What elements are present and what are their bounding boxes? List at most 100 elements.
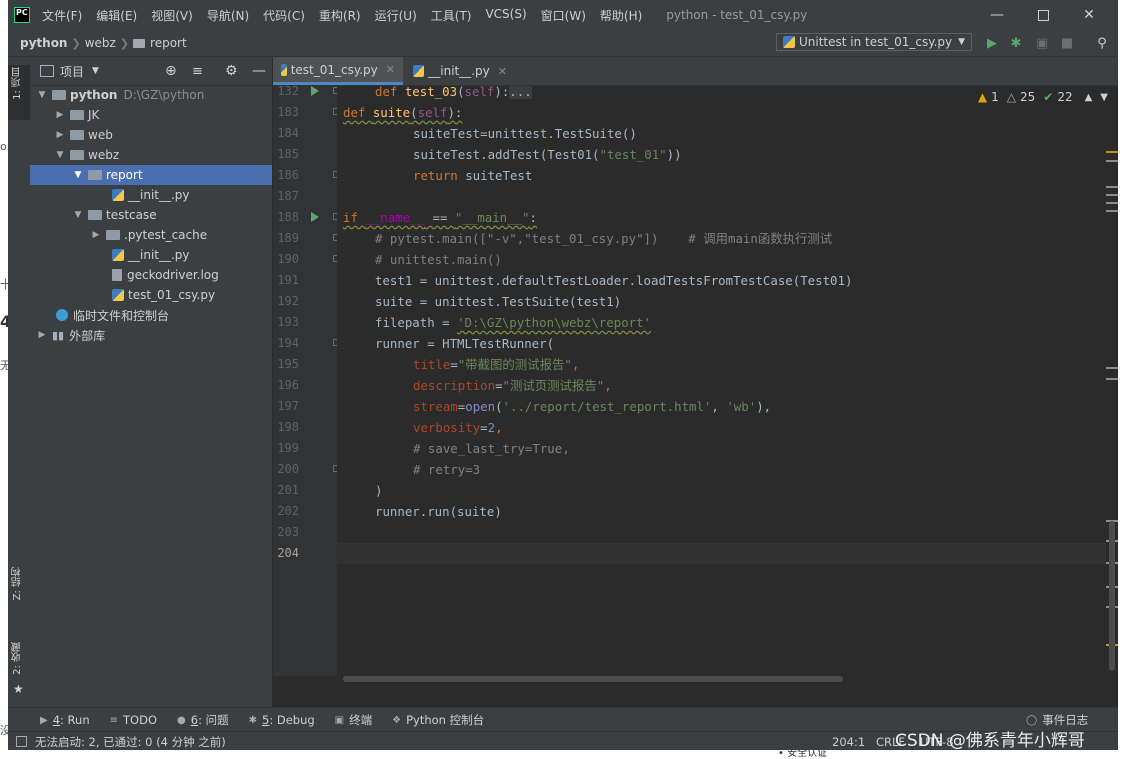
menu-navigate[interactable]: 导航(N)	[207, 7, 249, 24]
tree-item-test-01-csy[interactable]: test_01_csy.py	[30, 285, 272, 305]
tree-item-python[interactable]: ▼ python D:\GZ\python	[30, 85, 272, 105]
menu-code[interactable]: 代码(C)	[263, 7, 305, 24]
menu-run[interactable]: 运行(U)	[375, 7, 417, 24]
folded-region[interactable]: ...	[509, 86, 532, 99]
run-tool-button[interactable]: ▶ 4: Run	[40, 713, 90, 727]
inspection-widget[interactable]: ▲ 1 △ 25 ✔ 22 ▲ ▼	[974, 90, 1108, 104]
error-stripe-mark[interactable]	[1106, 194, 1118, 196]
maximize-button[interactable]	[1020, 0, 1066, 30]
debug-button[interactable]: ✱	[1007, 34, 1025, 52]
tree-item-geckodriver-log[interactable]: geckodriver.log	[30, 265, 272, 285]
tree-item-report-init[interactable]: __init__.py	[30, 185, 272, 205]
code-line: title="带截图的测试报告",	[413, 357, 580, 372]
maximize-icon	[1037, 9, 1049, 21]
scratch-icon	[56, 309, 68, 321]
breadcrumb-separator-icon: ❯	[119, 36, 130, 50]
ide-window: PC 文件(F) 编辑(E) 视图(V) 导航(N) 代码(C) 重构(R) 运…	[8, 0, 1118, 750]
code-line: )	[375, 483, 383, 498]
line-number: 192	[277, 294, 299, 308]
horizontal-scrollbar[interactable]	[343, 676, 843, 682]
weak-warning-count: 25	[1019, 90, 1036, 104]
close-button[interactable]: ✕	[1066, 0, 1112, 30]
tree-item-external-libraries[interactable]: ▶ ▮▮ 外部库	[30, 325, 272, 345]
locate-file-icon[interactable]: ⊕	[165, 63, 177, 79]
chevron-down-icon[interactable]: ▼	[1100, 92, 1108, 103]
tree-item-scratches[interactable]: 临时文件和控制台	[30, 305, 272, 325]
code-line: # retry=3	[413, 462, 481, 477]
code-line: # save_last_try=True,	[413, 441, 570, 456]
error-stripe-mark[interactable]	[1106, 378, 1118, 380]
hide-panel-icon[interactable]: —	[252, 63, 266, 79]
project-tool-label: 1: 项目	[12, 67, 23, 100]
tree-item-jk[interactable]: ▶ JK	[30, 105, 272, 125]
coverage-button[interactable]: ▣	[1033, 34, 1051, 52]
todo-tool-button[interactable]: ≡ TODO	[110, 713, 157, 727]
python-console-tool-button[interactable]: ❖ Python 控制台	[392, 712, 484, 728]
chevron-down-icon: ▼	[74, 210, 82, 220]
line-number: 187	[277, 189, 299, 203]
run-gutter-icon[interactable]	[311, 212, 319, 222]
close-tab-icon[interactable]: ✕	[498, 65, 507, 78]
favorites-tool-window-button[interactable]: 2: 收藏 ★	[8, 642, 30, 702]
tree-item-webz[interactable]: ▼ webz	[30, 145, 272, 165]
minimize-button[interactable]: —	[974, 0, 1020, 30]
caret-position[interactable]: 204:1	[832, 735, 865, 749]
menu-window[interactable]: 窗口(W)	[541, 7, 586, 24]
tree-item-testcase-init[interactable]: __init__.py	[30, 245, 272, 265]
search-button[interactable]: ⚲	[1093, 34, 1111, 52]
collapse-all-icon[interactable]: ≡	[192, 64, 203, 79]
line-number: 200	[277, 462, 299, 476]
menu-edit[interactable]: 编辑(E)	[96, 7, 137, 24]
error-stripe-mark[interactable]	[1106, 367, 1118, 369]
chevron-up-icon[interactable]: ▲	[1085, 92, 1093, 103]
terminal-tool-button[interactable]: ▣ 终端	[335, 712, 372, 728]
python-file-icon	[112, 249, 124, 261]
tree-item-pytest-cache[interactable]: ▶ .pytest_cache	[30, 225, 272, 245]
line-number: 183	[277, 105, 299, 119]
tree-item-report[interactable]: ▼ report	[30, 165, 272, 185]
stop-button[interactable]: ■	[1058, 34, 1076, 52]
title-bar: PC 文件(F) 编辑(E) 视图(V) 导航(N) 代码(C) 重构(R) 运…	[8, 0, 1118, 30]
breadcrumb-python[interactable]: python	[20, 36, 67, 50]
gear-icon[interactable]: ⚙	[225, 63, 238, 79]
menu-refactor[interactable]: 重构(R)	[319, 7, 361, 24]
tree-item-testcase[interactable]: ▼ testcase	[30, 205, 272, 225]
python-file-icon	[112, 289, 124, 301]
run-button[interactable]: ▶	[983, 34, 1001, 52]
project-view-selector[interactable]: 项目	[60, 63, 84, 80]
line-number: 195	[277, 357, 299, 371]
check-icon: ✔	[1043, 90, 1054, 104]
error-stripe-mark[interactable]	[1106, 210, 1118, 212]
status-panel-icon[interactable]	[16, 736, 27, 747]
status-message[interactable]: 无法启动: 2, 已通过: 0 (4 分钟 之前)	[35, 734, 226, 750]
menu-help[interactable]: 帮助(H)	[600, 7, 642, 24]
run-configuration-select[interactable]: Unittest in test_01_csy.py ▼	[776, 33, 972, 51]
breadcrumb-report[interactable]: report	[133, 36, 187, 50]
menu-view[interactable]: 视图(V)	[151, 7, 193, 24]
project-tool-window-button[interactable]: 1: 项目	[8, 65, 30, 120]
vertical-scrollbar[interactable]	[1109, 521, 1115, 671]
debug-tool-button[interactable]: ✱ 5: Debug	[249, 713, 315, 727]
weak-warning-icon: △	[1006, 90, 1016, 104]
structure-tool-window-button[interactable]: Z: 结构	[8, 567, 30, 627]
error-stripe-mark[interactable]	[1106, 186, 1118, 188]
close-tab-icon[interactable]: ✕	[386, 63, 395, 76]
menu-file[interactable]: 文件(F)	[42, 7, 82, 24]
run-gutter-icon[interactable]	[311, 86, 319, 96]
code-editor[interactable]: def test_03(self):... def suite(self): s…	[337, 86, 1118, 676]
code-line: runner = HTMLTestRunner(	[375, 336, 555, 351]
tab-init[interactable]: __init__.py ✕	[405, 57, 515, 85]
menu-tools[interactable]: 工具(T)	[431, 7, 472, 24]
problems-tool-button[interactable]: ● 6: 问题	[177, 712, 229, 728]
folder-icon	[88, 170, 102, 180]
tree-item-web[interactable]: ▶ web	[30, 125, 272, 145]
line-number: 184	[277, 126, 299, 140]
menu-vcs[interactable]: VCS(S)	[485, 7, 526, 24]
chevron-down-icon: ▼	[38, 90, 46, 100]
error-stripe-mark[interactable]	[1106, 160, 1118, 162]
debug-icon: ✱	[248, 714, 257, 726]
breadcrumb-webz[interactable]: webz	[85, 36, 116, 50]
breadcrumb-separator-icon: ❯	[71, 36, 81, 50]
error-stripe-mark[interactable]	[1106, 202, 1118, 204]
error-stripe-mark[interactable]	[1106, 151, 1118, 153]
